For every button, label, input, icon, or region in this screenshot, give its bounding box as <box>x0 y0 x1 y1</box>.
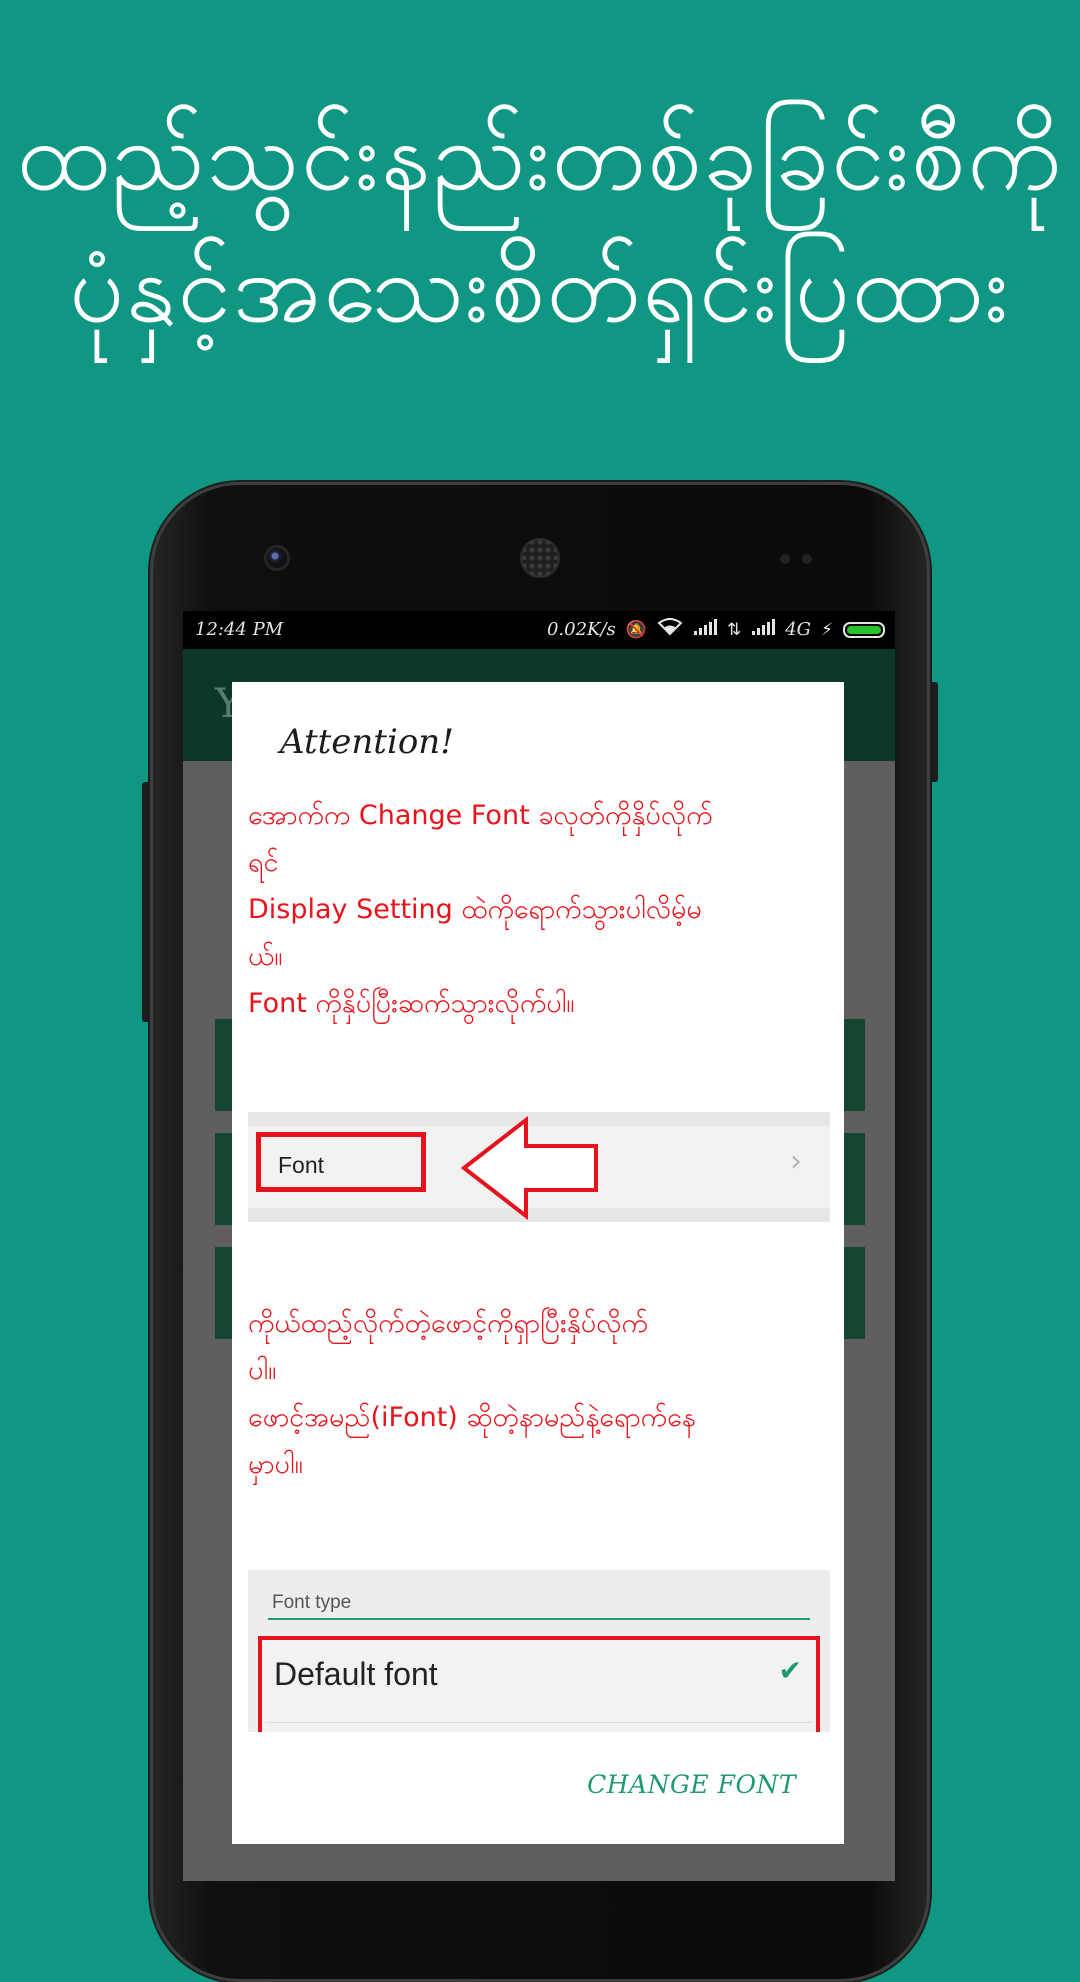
mute-icon: 🔕 <box>625 619 647 640</box>
message-line: ဖောင့်အမည်(iFont) ဆိုတဲ့နာမည်နဲ့ရောက်နေ <box>248 1402 696 1433</box>
change-font-button[interactable]: CHANGE FONT <box>587 1770 796 1799</box>
highlight-box <box>256 1132 426 1192</box>
checkmark-icon: ✔ <box>778 1654 802 1687</box>
status-bar: 12:44 PM 0.02K/s 🔕 ⇅ 4G ⚡ <box>183 611 895 649</box>
battery-level-fill <box>847 625 881 634</box>
battery-icon <box>843 621 885 638</box>
light-sensor-icon <box>802 554 812 564</box>
message-line: မှာပါ။ <box>248 1449 303 1480</box>
message-line: ကိုယ်ထည့်လိုက်တဲ့ဖောင့်ကိုရှာပြီးနှိပ်လိ… <box>248 1308 648 1339</box>
signal-icon <box>693 619 717 640</box>
font-type-underline <box>268 1618 810 1620</box>
status-time: 12:44 PM <box>195 619 284 640</box>
message-line: Font ကိုနှိပ်ပြီးဆက်သွားလိုက်ပါ။ <box>248 988 575 1019</box>
left-arrow-icon <box>460 1116 598 1220</box>
default-font-label: Default font <box>274 1656 438 1692</box>
attention-dialog: Attention! အောက်က Change Font ခလုတ်ကိုနှ… <box>232 682 844 1844</box>
network-type: 4G <box>785 619 812 640</box>
message-line: ရင် <box>248 847 279 878</box>
message-line: အောက်က Change Font ခလုတ်ကိုနှိပ်လိုက် <box>248 800 713 831</box>
dialog-title: Attention! <box>280 722 454 762</box>
font-setting-row: Font › <box>248 1116 830 1220</box>
chevron-right-icon: › <box>790 1144 802 1179</box>
default-font-option: Default font ✔ <box>258 1636 820 1732</box>
promo-headline: ထည့်သွင်းနည်းတစ်ခုခြင်းစီကို ပုံနှင့်အသေ… <box>0 90 1080 354</box>
wifi-icon <box>657 618 683 641</box>
signal-icon <box>751 619 776 640</box>
network-speed: 0.02K/s <box>546 619 616 640</box>
dialog-message-2: ကိုယ်ထည့်လိုက်တဲ့ဖောင့်ကိုရှာပြီးနှိပ်လိ… <box>248 1300 828 1488</box>
phone-side-button-left <box>142 782 150 1022</box>
headline-line-1: ထည့်သွင်းနည်းတစ်ခုခြင်းစီကို <box>16 100 1064 212</box>
charging-icon: ⚡ <box>821 619 833 640</box>
divider <box>266 1722 812 1723</box>
front-camera-icon <box>267 548 287 568</box>
phone-side-button-right <box>930 682 938 782</box>
data-arrows-icon: ⇅ <box>726 619 742 640</box>
message-line: Display Setting ထဲကိုရောက်သွားပါလိမ့်မ <box>248 894 702 925</box>
proximity-sensor-icon <box>780 554 790 564</box>
font-type-label: Font type <box>272 1592 352 1613</box>
dialog-message-1: အောက်က Change Font ခလုတ်ကိုနှိပ်လိုက် ရင… <box>248 792 828 1027</box>
font-setting-illustration: Font › <box>248 1112 830 1222</box>
message-line: ယ်။ <box>248 941 283 972</box>
earpiece-speaker-icon <box>520 538 560 578</box>
message-line: ပါ။ <box>248 1355 277 1386</box>
font-type-illustration: Font type Default font ✔ <box>248 1570 830 1732</box>
headline-line-2: ပုံနှင့်အသေးစိတ်ရှင်းပြထား <box>69 232 1011 344</box>
